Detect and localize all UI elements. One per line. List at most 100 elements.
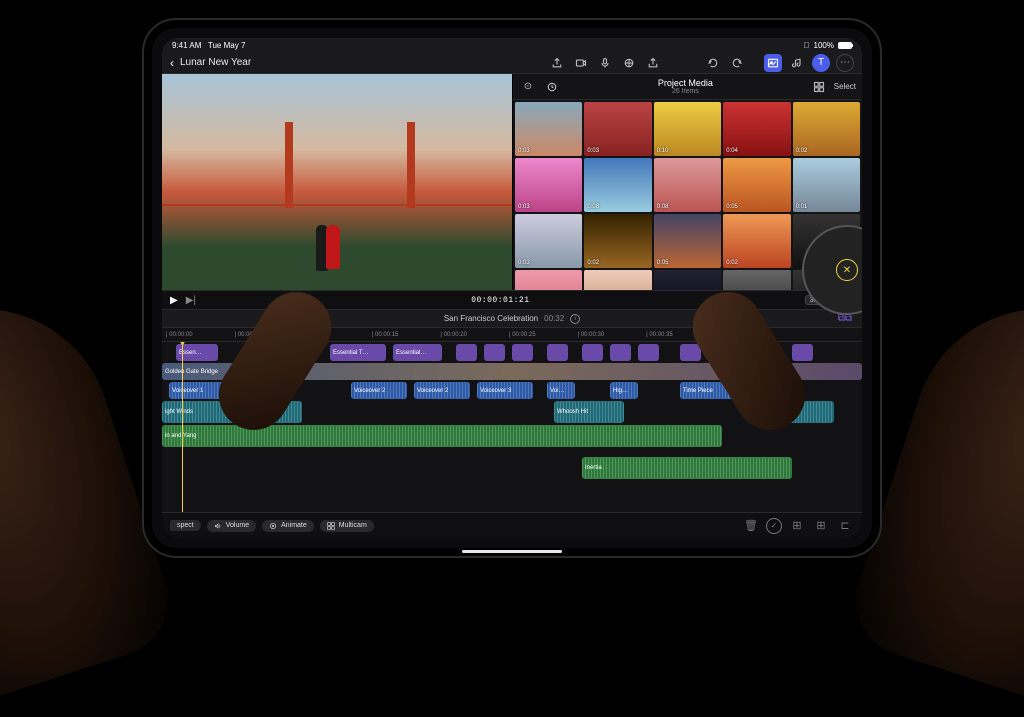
inspect-chip[interactable]: spect [170, 520, 201, 531]
media-thumbnail[interactable] [723, 270, 790, 290]
media-thumbnail[interactable]: 0:02 [793, 102, 860, 156]
playhead[interactable] [182, 342, 183, 512]
share-icon[interactable] [644, 54, 662, 72]
media-thumbnail[interactable]: 0:03 [515, 214, 582, 268]
thumbnail-duration: 0:02 [726, 260, 738, 266]
enable-clip-icon[interactable]: ✓ [766, 518, 782, 534]
timeline-clip[interactable]: Essential… [393, 344, 442, 361]
volume-chip[interactable]: Volume [207, 520, 256, 532]
media-thumbnail[interactable]: 0:08 [584, 158, 651, 212]
timeline-info-button[interactable]: i [570, 314, 580, 324]
timeline-clip[interactable] [547, 344, 568, 361]
clip-label: Essential T… [333, 350, 369, 356]
status-time: 9:41 AM [172, 41, 201, 50]
thumbnail-duration: 0:05 [657, 260, 669, 266]
thumbnail-duration: 0:04 [726, 148, 738, 154]
app-screen: 9:41 AM Tue May 7 􀙇 100% ‹ Lunar New Yea… [162, 38, 862, 538]
timeline-clip[interactable]: Essential T… [330, 344, 386, 361]
browser-item-count: 26 Items [567, 88, 804, 95]
clip-label: Voi… [550, 388, 564, 394]
media-thumbnail[interactable]: 0:03 [584, 102, 651, 156]
media-thumbnail[interactable] [654, 270, 721, 290]
ruler-tick: | 00:00:30 [578, 332, 605, 338]
timeline-clip[interactable]: Voi… [547, 382, 575, 399]
track-music-1[interactable]: in and Yang [162, 425, 862, 447]
timeline-clip[interactable] [582, 344, 603, 361]
titles-browser-icon[interactable]: T [812, 54, 830, 72]
jog-cancel-button[interactable]: ✕ [836, 259, 858, 281]
ipad-frame: 9:41 AM Tue May 7 􀙇 100% ‹ Lunar New Yea… [142, 18, 882, 558]
preview-viewer[interactable] [162, 74, 512, 290]
bridge-tower [285, 122, 293, 208]
redo-icon[interactable] [728, 54, 746, 72]
skip-next-button[interactable]: ▶| [186, 295, 196, 306]
timeline-clip[interactable] [456, 344, 477, 361]
media-thumbnail[interactable]: 0:05 [654, 214, 721, 268]
timeline-clip[interactable] [610, 344, 631, 361]
connected-media-icon[interactable]: ⧉⧉ [838, 313, 852, 324]
media-thumbnail[interactable]: 0:01 [793, 158, 860, 212]
timeline-clip[interactable]: Hig… [610, 382, 638, 399]
timeline-clip[interactable] [484, 344, 505, 361]
append-icon[interactable]: ⊏ [836, 519, 854, 532]
media-thumbnail[interactable]: 0:02 [584, 214, 651, 268]
timecode-display[interactable]: 00:00:01:21 [471, 296, 529, 305]
statusbar-right: 􀙇 100% [804, 41, 852, 50]
thumbnail-duration: 0:02 [796, 148, 808, 154]
media-thumbnail[interactable]: 0:02 [723, 214, 790, 268]
status-date: Tue May 7 [208, 41, 246, 50]
multicam-chip[interactable]: Multicam [320, 520, 374, 532]
media-browser-icon[interactable] [764, 54, 782, 72]
upper-pane: ⊙ Project Media 26 Items Select 0:030:03… [162, 74, 862, 290]
media-thumbnail[interactable]: 0:08 [654, 158, 721, 212]
export-icon[interactable] [548, 54, 566, 72]
timeline-clip[interactable]: Whoosh Hit [554, 401, 624, 423]
project-title[interactable]: Lunar New Year [180, 57, 251, 68]
clip-label: Time Piece [683, 388, 713, 394]
media-thumbnail[interactable] [515, 270, 582, 290]
camera-import-icon[interactable] [572, 54, 590, 72]
timeline-clip[interactable]: Inertia [582, 457, 792, 479]
bridge-deck [162, 204, 512, 206]
browser-header: ⊙ Project Media 26 Items Select [513, 74, 862, 100]
insert-left-icon[interactable]: ⊞ [788, 519, 806, 532]
media-thumbnail[interactable]: 0:03 [515, 158, 582, 212]
app-header: ‹ Lunar New Year T ⋯ [162, 52, 862, 74]
timeline-clip[interactable]: Voiceover 2 [351, 382, 407, 399]
timeline-clip[interactable] [512, 344, 533, 361]
back-button[interactable]: ‹ [170, 56, 174, 70]
clip-label: Essential… [396, 350, 426, 356]
history-icon[interactable] [543, 78, 561, 96]
battery-percent: 100% [814, 41, 834, 50]
thumbnail-duration: 0:08 [657, 204, 669, 210]
clip-label: Voiceover 2 [417, 388, 448, 394]
timeline-clip[interactable] [792, 344, 813, 361]
thumbnail-duration: 0:03 [587, 148, 599, 154]
animate-chip[interactable]: Animate [262, 520, 314, 532]
timeline-clip[interactable] [638, 344, 659, 361]
insert-right-icon[interactable]: ⊞ [812, 519, 830, 532]
clip-label: ight Winds [165, 409, 193, 415]
timeline-clip[interactable]: Voiceover 3 [477, 382, 533, 399]
more-icon[interactable]: ⋯ [836, 54, 854, 72]
audio-browser-icon[interactable] [788, 54, 806, 72]
track-music-2[interactable]: Inertia [162, 457, 862, 479]
media-thumbnail[interactable] [584, 270, 651, 290]
clip-label: Golden Gate Bridge [165, 369, 218, 375]
media-thumbnail[interactable]: 0:10 [654, 102, 721, 156]
media-thumbnail[interactable]: 0:03 [515, 102, 582, 156]
grid-view-icon[interactable] [810, 78, 828, 96]
play-button[interactable]: ▶ [170, 295, 178, 306]
voiceover-mic-icon[interactable] [596, 54, 614, 72]
undo-icon[interactable] [704, 54, 722, 72]
select-button[interactable]: Select [834, 82, 856, 91]
statusbar: 9:41 AM Tue May 7 􀙇 100% [162, 38, 862, 52]
media-thumbnail[interactable]: 0:04 [723, 102, 790, 156]
browser-back-icon[interactable]: ⊙ [519, 78, 537, 96]
browser-title: Project Media 26 Items [567, 78, 804, 95]
clip-label: Voiceover 3 [480, 388, 511, 394]
trash-icon[interactable]: 🗑 [742, 519, 760, 532]
media-thumbnail[interactable]: 0:05 [723, 158, 790, 212]
timeline-clip[interactable]: Voiceover 2 [414, 382, 470, 399]
effects-icon[interactable] [620, 54, 638, 72]
